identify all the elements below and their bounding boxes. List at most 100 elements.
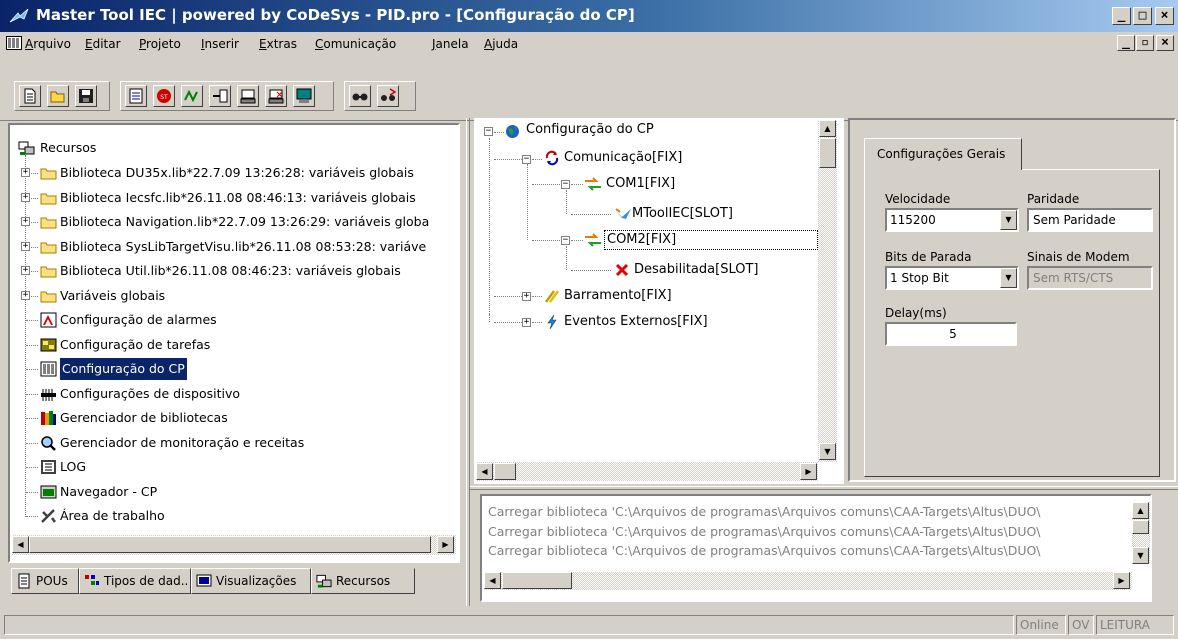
plc-config-tree-panel[interactable]: − Configuração do CP − Comunicação[FIX] … xyxy=(474,118,844,484)
scroll-up-button[interactable]: ▲ xyxy=(819,120,836,137)
stop-icon[interactable]: ST xyxy=(153,85,175,107)
chevron-down-icon[interactable]: ▼ xyxy=(1000,210,1017,230)
tab-resources[interactable]: Recursos xyxy=(311,568,415,594)
mdi-close-button[interactable]: × xyxy=(1156,35,1174,51)
scroll-up-button[interactable]: ▲ xyxy=(1132,502,1149,519)
bus-node[interactable]: Barramento[FIX] xyxy=(564,288,672,303)
scroll-left-button[interactable]: ◀ xyxy=(484,572,501,589)
tree-connector xyxy=(31,222,38,223)
com1-node[interactable]: COM1[FIX] xyxy=(606,176,675,191)
horizontal-splitter[interactable] xyxy=(470,486,1178,490)
plc-config-icon xyxy=(40,361,57,377)
replace-icon[interactable] xyxy=(377,85,399,107)
collapse-toggle[interactable]: − xyxy=(561,236,570,245)
speed-select[interactable]: 115200 ▼ xyxy=(885,208,1019,232)
external-events-node[interactable]: Eventos Externos[FIX] xyxy=(564,314,708,329)
minimize-button[interactable]: _ xyxy=(1112,7,1131,25)
scroll-left-button[interactable]: ◀ xyxy=(12,536,29,553)
find-icon[interactable] xyxy=(349,85,371,107)
expand-toggle[interactable]: + xyxy=(21,192,30,202)
scroll-right-button[interactable]: ▶ xyxy=(1113,572,1130,589)
scroll-down-button[interactable]: ▼ xyxy=(1132,547,1149,564)
expand-toggle[interactable]: + xyxy=(21,168,30,177)
pou-icon xyxy=(18,573,30,589)
tab-data-types[interactable]: Tipos de dad.. xyxy=(79,568,191,594)
tree-item-label: Navegador - CP xyxy=(60,483,158,499)
tab-general-settings[interactable]: Configurações Gerais xyxy=(864,138,1022,170)
expand-toggle[interactable]: + xyxy=(21,241,30,251)
scroll-thumb[interactable] xyxy=(29,536,431,553)
parity-field[interactable]: Sem Paridade xyxy=(1027,208,1153,232)
disabled-slot[interactable]: Desabilitada[SLOT] xyxy=(634,262,758,277)
scroll-thumb[interactable] xyxy=(502,572,572,589)
menu-inserir[interactable]: Inserir xyxy=(201,37,239,51)
tree-connector xyxy=(26,320,38,321)
save-icon[interactable] xyxy=(75,85,97,107)
debug-icon[interactable] xyxy=(293,85,315,107)
tree-item-label: Biblioteca Util.lib*26.11.08 08:46:23: v… xyxy=(60,263,401,278)
vertical-splitter[interactable] xyxy=(466,118,470,606)
expand-toggle[interactable]: + xyxy=(522,292,531,301)
scroll-thumb[interactable] xyxy=(819,138,836,168)
menu-comunicacao[interactable]: Comunicação xyxy=(315,37,396,51)
compile-icon[interactable] xyxy=(125,85,147,107)
maximize-button[interactable]: □ xyxy=(1133,7,1152,25)
menu-projeto[interactable]: Projeto xyxy=(139,37,181,51)
expand-toggle[interactable]: + xyxy=(21,266,30,275)
menu-extras[interactable]: Extras xyxy=(259,37,297,51)
close-button[interactable]: × xyxy=(1155,7,1174,25)
scroll-right-button[interactable]: ▶ xyxy=(437,536,454,553)
bus-icon xyxy=(544,290,560,303)
expand-toggle[interactable]: + xyxy=(522,318,531,327)
download-icon[interactable] xyxy=(209,85,231,107)
scroll-right-button[interactable]: ▶ xyxy=(800,463,817,480)
collapse-toggle[interactable]: − xyxy=(561,180,570,189)
status-bar: Online OV LEITURA xyxy=(0,611,1178,639)
plc-tree-h-scrollbar[interactable] xyxy=(476,462,818,481)
scroll-thumb[interactable] xyxy=(1132,520,1149,534)
mdi-minimize-button[interactable]: _ xyxy=(1117,35,1135,51)
plc-tree-v-scrollbar[interactable] xyxy=(818,120,837,462)
tree-connector xyxy=(26,369,38,370)
message-log-panel[interactable]: Carregar biblioteca 'C:\Arquivos de prog… xyxy=(480,494,1152,602)
plc-root-label[interactable]: Configuração do CP xyxy=(526,122,654,137)
resources-tree-panel[interactable]: Recursos + Biblioteca DU35x.lib*22.7.09 1… xyxy=(8,123,460,563)
tree-connector xyxy=(489,138,490,318)
communication-node[interactable]: Comunicação[FIX] xyxy=(564,150,682,165)
log-h-scrollbar[interactable] xyxy=(484,572,1132,590)
collapse-toggle[interactable]: − xyxy=(484,127,493,136)
modem-signals-label: Sinais de Modem xyxy=(1027,250,1130,264)
delay-field[interactable]: 5 xyxy=(885,322,1017,346)
tree-connector xyxy=(494,296,522,297)
open-icon[interactable] xyxy=(47,85,69,107)
folder-icon xyxy=(40,242,57,253)
menu-janela[interactable]: Janela xyxy=(432,37,469,51)
tree-item-label: Configuração de tarefas xyxy=(60,336,211,352)
com2-node[interactable]: COM2[FIX] xyxy=(604,230,818,250)
scroll-thumb[interactable] xyxy=(494,463,516,480)
expand-toggle[interactable]: + xyxy=(21,290,30,300)
resources-icon xyxy=(18,141,35,155)
mdi-restore-button[interactable]: ▫ xyxy=(1136,35,1154,51)
menu-editar[interactable]: Editar xyxy=(85,37,121,51)
mtooliec-slot[interactable]: MToolIEC[SLOT] xyxy=(632,206,733,221)
stopbits-select[interactable]: 1 Stop Bit ▼ xyxy=(885,266,1019,290)
login-icon[interactable] xyxy=(237,85,259,107)
tree-item-label: Biblioteca SysLibTargetVisu.lib*26.11.08… xyxy=(60,238,427,254)
logout-icon[interactable] xyxy=(265,85,287,107)
expand-toggle[interactable]: + xyxy=(21,217,30,226)
mdi-document-icon[interactable] xyxy=(6,36,22,50)
new-icon[interactable] xyxy=(19,85,41,107)
chevron-down-icon[interactable]: ▼ xyxy=(1000,268,1017,288)
menu-arquivo[interactable]: Arquivo xyxy=(25,37,71,51)
tree-connector xyxy=(494,159,522,160)
tab-visualizations[interactable]: Visualizações xyxy=(191,568,311,594)
tree-item-label: Variáveis globais xyxy=(60,287,166,303)
tab-pous[interactable]: POUs xyxy=(11,568,79,594)
title-bar[interactable]: Master Tool IEC | powered by CoDeSys - P… xyxy=(0,0,1178,32)
menu-ajuda[interactable]: Ajuda xyxy=(484,37,518,51)
scroll-left-button[interactable]: ◀ xyxy=(476,463,493,480)
collapse-toggle[interactable]: − xyxy=(522,155,531,164)
scroll-down-button[interactable]: ▼ xyxy=(819,443,836,460)
run-icon[interactable] xyxy=(181,85,203,107)
